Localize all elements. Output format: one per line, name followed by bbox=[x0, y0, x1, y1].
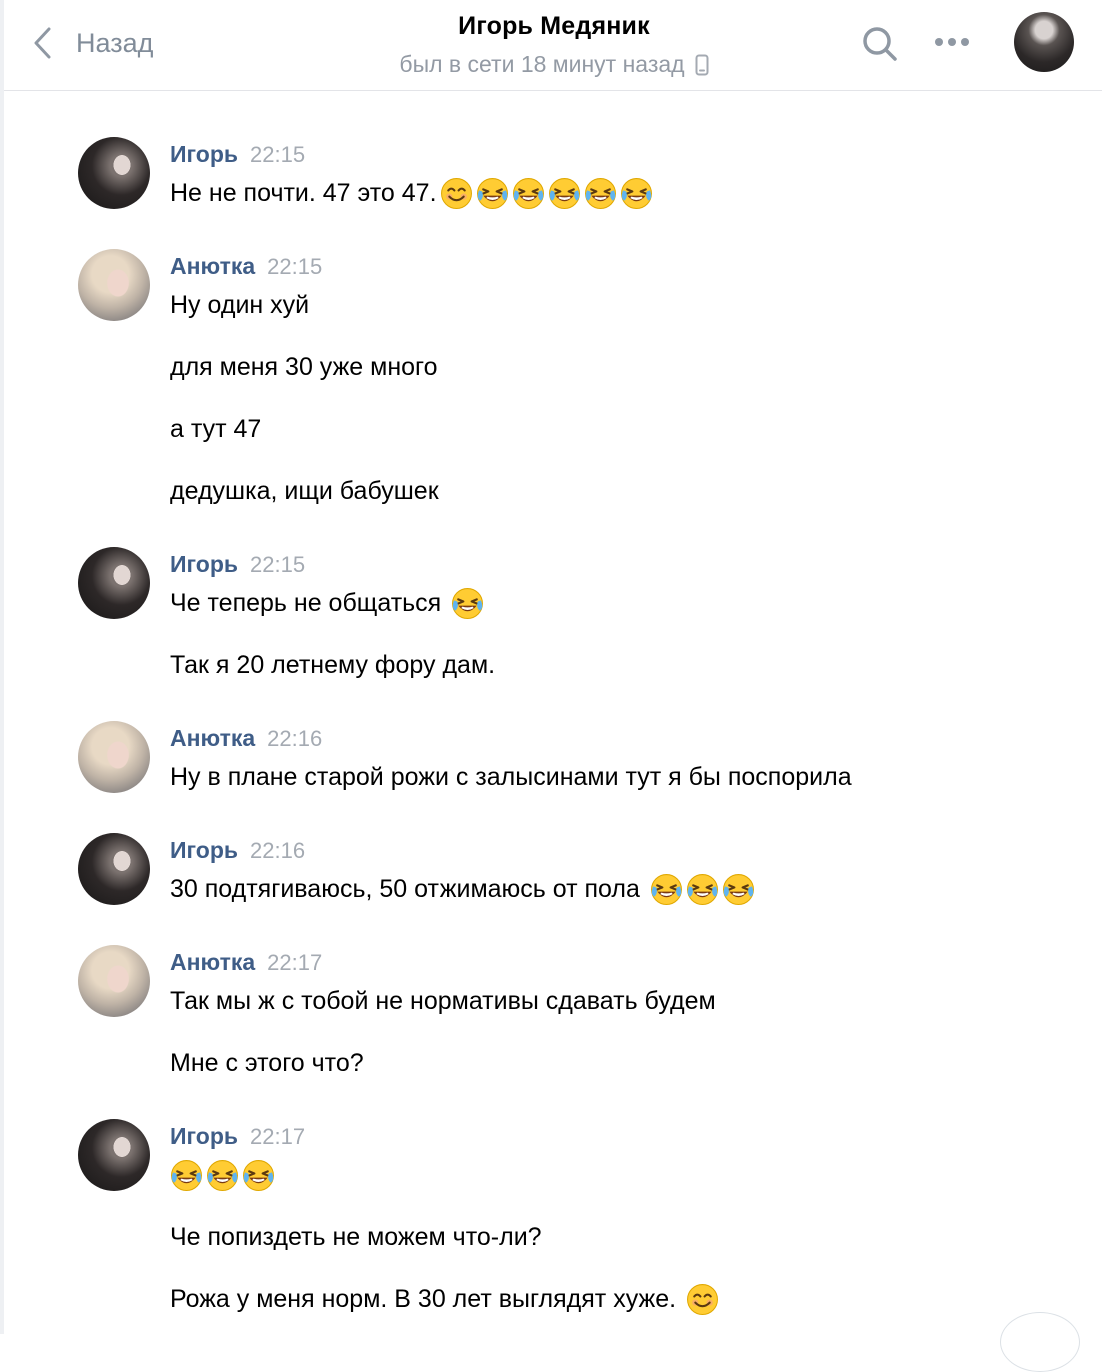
message-body: Так мы ж с тобой не нормативы сдавать бу… bbox=[170, 983, 716, 1081]
author-avatar[interactable] bbox=[78, 249, 150, 321]
message-text: Так мы ж с тобой не нормативы сдавать бу… bbox=[170, 983, 716, 1019]
message-text: Че попиздеть не можем что-ли? bbox=[170, 1219, 719, 1255]
message-time[interactable]: 22:15 bbox=[267, 254, 322, 279]
message-time[interactable]: 22:16 bbox=[267, 726, 322, 751]
smiling-face-icon bbox=[440, 177, 472, 209]
message-text-content: Че попиздеть не можем что-ли? bbox=[170, 1223, 542, 1251]
message-text-content: Че теперь не общаться bbox=[170, 589, 449, 617]
message-text-content: Ну в плане старой рожи с залысинами тут … bbox=[170, 763, 852, 791]
message-text-content: для меня 30 уже много bbox=[170, 353, 438, 381]
tears-of-joy-icon bbox=[548, 177, 580, 209]
author-name-text[interactable]: Анютка bbox=[170, 725, 255, 751]
author-avatar[interactable] bbox=[78, 721, 150, 793]
chevron-left-icon bbox=[34, 27, 51, 59]
message-time[interactable]: 22:17 bbox=[267, 950, 322, 975]
tears-of-joy-icon bbox=[243, 1159, 274, 1191]
tears-of-joy-icon bbox=[584, 177, 616, 209]
chat-title-block[interactable]: Игорь Медяник был в сети 18 минут назад bbox=[284, 12, 824, 78]
tears-of-joy-icon bbox=[476, 177, 508, 209]
message-text-content: Так мы ж с тобой не нормативы сдавать бу… bbox=[170, 987, 716, 1015]
author-name[interactable]: Игорь 22:16 bbox=[170, 837, 305, 864]
smiling-face-icon bbox=[687, 1283, 718, 1315]
message-text: дедушка, ищи бабушек bbox=[170, 473, 439, 509]
author-name[interactable]: Анютка 22:17 bbox=[170, 949, 322, 976]
header-avatar[interactable] bbox=[1014, 12, 1074, 72]
author-avatar[interactable] bbox=[78, 945, 150, 1017]
author-name[interactable]: Анютка 22:16 bbox=[170, 725, 322, 752]
message-body: 30 подтягиваюсь, 50 отжимаюсь от пола bbox=[170, 871, 755, 907]
message-text-content: Не не почти. 47 это 47. bbox=[170, 179, 437, 207]
message-text-content: 30 подтягиваюсь, 50 отжимаюсь от пола bbox=[170, 875, 647, 903]
message-text: Так я 20 летнему фору дам. bbox=[170, 647, 495, 683]
online-status-text: был в сети 18 минут назад bbox=[399, 51, 685, 77]
mobile-phone-icon bbox=[695, 54, 709, 75]
tears-of-joy-icon bbox=[686, 873, 718, 905]
author-name-text[interactable]: Анютка bbox=[170, 949, 255, 975]
message-time[interactable]: 22:17 bbox=[250, 1124, 305, 1149]
tears-of-joy-icon bbox=[650, 873, 682, 905]
message-text: для меня 30 уже много bbox=[170, 349, 439, 385]
search-icon[interactable] bbox=[860, 24, 900, 64]
message-text bbox=[170, 1157, 719, 1193]
tears-of-joy-icon bbox=[620, 177, 652, 209]
message-body: Че теперь не общаться Так я 20 летнему ф… bbox=[170, 585, 495, 683]
message-text: Мне с этого что? bbox=[170, 1045, 716, 1081]
online-status: был в сети 18 минут назад bbox=[399, 51, 709, 78]
author-avatar[interactable] bbox=[78, 137, 150, 209]
back-button[interactable]: Назад bbox=[32, 22, 153, 64]
author-name-text[interactable]: Анютка bbox=[170, 253, 255, 279]
message-text-content: Мне с этого что? bbox=[170, 1049, 364, 1077]
author-name[interactable]: Анютка 22:15 bbox=[170, 253, 322, 280]
message-text-content: а тут 47 bbox=[170, 415, 262, 443]
message-text: Ну один хуй bbox=[170, 287, 439, 323]
message-text: Че теперь не общаться bbox=[170, 585, 495, 621]
message-text: Не не почти. 47 это 47. bbox=[170, 175, 653, 211]
author-name[interactable]: Игорь 22:15 bbox=[170, 141, 305, 168]
message-time[interactable]: 22:15 bbox=[250, 142, 305, 167]
message-body: Не не почти. 47 это 47. bbox=[170, 175, 653, 211]
author-avatar[interactable] bbox=[78, 833, 150, 905]
message-text-content: Так я 20 летнему фору дам. bbox=[170, 651, 496, 679]
author-name[interactable]: Игорь 22:15 bbox=[170, 551, 305, 578]
tears-of-joy-icon bbox=[207, 1159, 238, 1191]
message-text: Рожа у меня норм. В 30 лет выглядят хуже… bbox=[170, 1281, 719, 1317]
author-name-text[interactable]: Игорь bbox=[170, 551, 238, 577]
message-text-content: дедушка, ищи бабушек bbox=[170, 477, 439, 505]
chat-title[interactable]: Игорь Медяник bbox=[284, 12, 824, 41]
message-text-content: Ну один хуй bbox=[170, 291, 310, 319]
author-name-text[interactable]: Игорь bbox=[170, 837, 238, 863]
message-text-content: Рожа у меня норм. В 30 лет выглядят хуже… bbox=[170, 1285, 683, 1313]
tears-of-joy-icon bbox=[512, 177, 544, 209]
scroll-down-button[interactable] bbox=[1000, 1312, 1080, 1372]
tears-of-joy-icon bbox=[452, 587, 484, 619]
tears-of-joy-icon bbox=[171, 1159, 202, 1191]
tears-of-joy-icon bbox=[722, 873, 754, 905]
message-text: Ну в плане старой рожи с залысинами тут … bbox=[170, 759, 852, 795]
author-avatar[interactable] bbox=[78, 547, 150, 619]
chat-window: Назад Игорь Медяник был в сети 18 минут … bbox=[0, 0, 1102, 1372]
author-avatar[interactable] bbox=[78, 1119, 150, 1191]
message-text: 30 подтягиваюсь, 50 отжимаюсь от пола bbox=[170, 871, 755, 907]
message-body: Че попиздеть не можем что-ли? Рожа у меня… bbox=[170, 1157, 719, 1317]
author-name[interactable]: Игорь 22:17 bbox=[170, 1123, 305, 1150]
author-name-text[interactable]: Игорь bbox=[170, 1123, 238, 1149]
chat-header: Назад Игорь Медяник был в сети 18 минут … bbox=[4, 0, 1102, 91]
message-text: а тут 47 bbox=[170, 411, 439, 447]
message-body: Ну в плане старой рожи с залысинами тут … bbox=[170, 759, 852, 795]
message-time[interactable]: 22:15 bbox=[250, 552, 305, 577]
message-time[interactable]: 22:16 bbox=[250, 838, 305, 863]
back-label: Назад bbox=[76, 27, 154, 58]
message-body: Ну один хуй для меня 30 уже много а тут 47… bbox=[170, 287, 439, 509]
more-dots-icon[interactable] bbox=[930, 30, 974, 54]
author-name-text[interactable]: Игорь bbox=[170, 141, 238, 167]
message-list: Игорь 22:15 Не не почти. 47 это 47. Анютка 2… bbox=[0, 91, 1102, 1334]
